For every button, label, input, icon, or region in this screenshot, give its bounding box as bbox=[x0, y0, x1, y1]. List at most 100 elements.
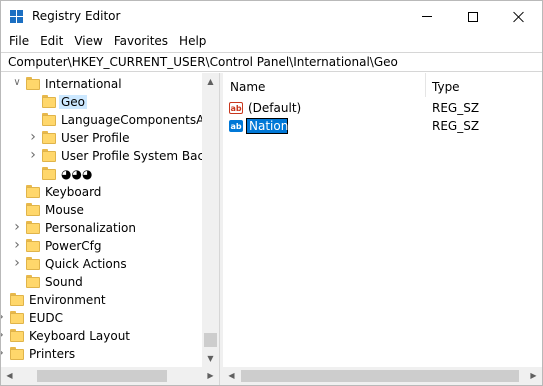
tree-item-label: Sound bbox=[45, 275, 83, 289]
tree-connector bbox=[28, 114, 38, 124]
tree-item[interactable]: Geo bbox=[1, 93, 201, 111]
menu-help[interactable]: Help bbox=[179, 32, 206, 52]
expand-chevron-icon[interactable]: › bbox=[12, 256, 22, 270]
values-horizontal-scroll-thumb[interactable] bbox=[241, 370, 519, 382]
values-list: Name Type ab (Default) REG_SZ ab Nation REG_S… bbox=[223, 73, 542, 367]
tree-item[interactable]: Keyboard bbox=[1, 183, 201, 201]
tree-horizontal-scroll-thumb[interactable] bbox=[37, 370, 167, 382]
folder-icon bbox=[26, 185, 40, 199]
tree-horizontal-scrollbar[interactable]: ◀ ▶ bbox=[1, 367, 219, 385]
folder-icon bbox=[26, 221, 40, 235]
tree-item[interactable]: Sound bbox=[1, 273, 201, 291]
expand-chevron-icon[interactable]: › bbox=[12, 220, 22, 234]
tree-connector bbox=[12, 276, 22, 286]
folder-icon bbox=[10, 329, 24, 343]
tree-connector bbox=[12, 204, 22, 214]
tree-item[interactable]: › EUDC bbox=[1, 309, 201, 327]
minimize-button[interactable] bbox=[404, 1, 450, 32]
tree-item[interactable]: › PowerCfg bbox=[1, 237, 201, 255]
maximize-icon bbox=[468, 11, 478, 22]
scroll-right-icon[interactable]: ▶ bbox=[202, 367, 219, 385]
menu-edit[interactable]: Edit bbox=[40, 32, 63, 52]
tree-vertical-scrollbar[interactable]: ▲ ▼ bbox=[202, 73, 219, 367]
key-tree: ∨ International Geo LanguageComponentsAv › Us… bbox=[1, 73, 219, 367]
column-header-type[interactable]: Type bbox=[425, 73, 542, 97]
expand-chevron-icon[interactable]: › bbox=[1, 346, 6, 360]
close-icon bbox=[513, 11, 525, 23]
tree-item-label: User Profile System Backu bbox=[61, 149, 219, 163]
minimize-icon bbox=[422, 16, 432, 17]
values-horizontal-scrollbar[interactable]: ◀ ▶ bbox=[223, 367, 542, 385]
tree-item[interactable]: › Keyboard Layout bbox=[1, 327, 201, 345]
window-title: Registry Editor bbox=[32, 9, 121, 23]
column-header-name[interactable]: Name bbox=[223, 73, 423, 97]
tree-item[interactable]: Mouse bbox=[1, 201, 201, 219]
value-name-edit-field[interactable]: Nation bbox=[246, 118, 288, 134]
menu-file[interactable]: File bbox=[9, 32, 29, 52]
expand-chevron-icon[interactable]: › bbox=[1, 310, 6, 324]
tree-item-label: Quick Actions bbox=[45, 257, 127, 271]
tree-item[interactable]: › Quick Actions bbox=[1, 255, 201, 273]
tree-item[interactable]: ◕◕◕ bbox=[1, 165, 201, 183]
menu-favorites[interactable]: Favorites bbox=[114, 32, 168, 52]
folder-icon bbox=[26, 77, 40, 91]
string-value-icon: ab bbox=[229, 102, 243, 114]
folder-icon bbox=[10, 293, 24, 307]
registry-editor-app-icon bbox=[10, 10, 24, 24]
value-row[interactable]: ab Nation REG_SZ bbox=[223, 118, 542, 136]
tree-item[interactable]: › User Profile bbox=[1, 129, 201, 147]
tree-item-label: Printers bbox=[29, 347, 76, 361]
tree-item[interactable]: Environment bbox=[1, 291, 201, 309]
tree-item-label: EUDC bbox=[29, 311, 63, 325]
expand-chevron-icon[interactable]: › bbox=[12, 238, 22, 252]
tree-item[interactable]: ∨ International bbox=[1, 75, 201, 93]
string-value-icon: ab bbox=[229, 120, 243, 132]
tree-item-label: Keyboard bbox=[45, 185, 102, 199]
tree-vertical-scroll-thumb[interactable] bbox=[204, 333, 217, 347]
close-button[interactable] bbox=[496, 1, 542, 32]
tree-item-label: Personalization bbox=[45, 221, 136, 235]
tree-item-label: Environment bbox=[29, 293, 106, 307]
scroll-left-icon[interactable]: ◀ bbox=[1, 367, 18, 385]
tree-connector bbox=[28, 168, 38, 178]
folder-icon bbox=[26, 239, 40, 253]
address-bar[interactable]: Computer\HKEY_CURRENT_USER\Control Panel… bbox=[1, 52, 542, 72]
folder-icon bbox=[26, 203, 40, 217]
scroll-right-icon[interactable]: ▶ bbox=[525, 367, 542, 385]
collapse-chevron-icon[interactable]: ∨ bbox=[12, 78, 22, 88]
menu-bar: File Edit View Favorites Help bbox=[1, 32, 542, 52]
tree-item[interactable]: LanguageComponentsAv bbox=[1, 111, 211, 129]
folder-icon bbox=[26, 257, 40, 271]
value-type: REG_SZ bbox=[432, 101, 480, 115]
folder-icon bbox=[26, 275, 40, 289]
title-bar: Registry Editor bbox=[1, 1, 542, 32]
value-name: (Default) bbox=[248, 101, 302, 115]
tree-item-label: International bbox=[45, 77, 122, 91]
tree-connector bbox=[28, 96, 38, 106]
folder-icon bbox=[42, 113, 56, 127]
scroll-up-icon[interactable]: ▲ bbox=[202, 73, 219, 90]
expand-chevron-icon[interactable]: › bbox=[28, 130, 38, 144]
scroll-left-icon[interactable]: ◀ bbox=[223, 367, 240, 385]
folder-icon bbox=[10, 347, 24, 361]
tree-item[interactable]: › User Profile System Backu bbox=[1, 147, 218, 165]
value-type: REG_SZ bbox=[432, 119, 480, 133]
expand-chevron-icon[interactable]: › bbox=[28, 148, 38, 162]
tree-connector bbox=[1, 294, 6, 304]
folder-icon bbox=[42, 149, 56, 163]
maximize-button[interactable] bbox=[450, 1, 496, 32]
tree-item[interactable]: › Printers bbox=[1, 345, 201, 363]
expand-chevron-icon[interactable]: › bbox=[1, 328, 6, 342]
tree-item-label: ◕◕◕ bbox=[61, 167, 93, 181]
folder-icon bbox=[10, 311, 24, 325]
tree-item-label: Keyboard Layout bbox=[29, 329, 131, 343]
tree-connector bbox=[12, 186, 22, 196]
value-row[interactable]: ab (Default) REG_SZ bbox=[223, 100, 542, 118]
folder-icon bbox=[42, 131, 56, 145]
menu-view[interactable]: View bbox=[74, 32, 102, 52]
tree-item[interactable]: › Personalization bbox=[1, 219, 201, 237]
tree-item-label: Geo bbox=[59, 95, 88, 109]
tree-item-label: Mouse bbox=[45, 203, 84, 217]
folder-icon bbox=[42, 167, 56, 181]
scroll-down-icon[interactable]: ▼ bbox=[202, 350, 219, 367]
